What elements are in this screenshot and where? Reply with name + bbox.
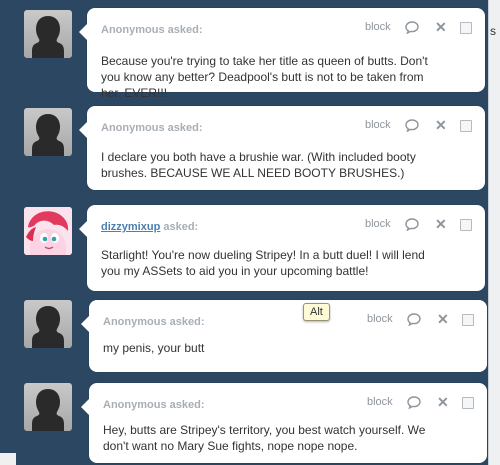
- asker-name: Anonymous: [103, 399, 167, 411]
- anonymous-silhouette-icon: [32, 114, 64, 156]
- asker-line: Anonymous asked:: [103, 399, 204, 411]
- reply-bubble-icon[interactable]: [405, 119, 419, 132]
- avatar[interactable]: [24, 10, 72, 58]
- delete-icon[interactable]: ✕: [435, 20, 447, 34]
- asker-line: Anonymous asked:: [101, 122, 202, 134]
- delete-icon[interactable]: ✕: [435, 217, 447, 231]
- select-checkbox[interactable]: [460, 120, 472, 132]
- delete-icon[interactable]: ✕: [437, 395, 449, 409]
- ask-card: dizzymixup asked: block ✕ Starlight! You…: [79, 205, 485, 291]
- delete-icon[interactable]: ✕: [437, 312, 449, 326]
- asker-name-link[interactable]: dizzymixup: [101, 221, 160, 233]
- asked-label: asked:: [163, 221, 199, 233]
- anonymous-silhouette-icon: [32, 389, 64, 431]
- block-button[interactable]: block: [367, 313, 393, 325]
- avatar[interactable]: [24, 207, 72, 255]
- anonymous-silhouette-icon: [32, 16, 64, 58]
- select-checkbox[interactable]: [462, 314, 474, 326]
- pink-pony-avatar-icon: [24, 207, 72, 255]
- reply-bubble-icon[interactable]: [405, 218, 419, 231]
- anonymous-silhouette-icon: [32, 306, 64, 348]
- asked-label: asked:: [167, 122, 203, 134]
- ask-card: Anonymous asked: block ✕ my penis, your …: [81, 300, 487, 372]
- asker-line: Anonymous asked:: [101, 24, 202, 36]
- bottom-corner: [0, 453, 16, 465]
- block-button[interactable]: block: [365, 218, 391, 230]
- ask-card: Anonymous asked: block ✕ Hey, butts are …: [81, 383, 487, 463]
- ask-card: Anonymous asked: block ✕ I declare you b…: [79, 106, 485, 190]
- reply-bubble-icon[interactable]: [407, 313, 421, 326]
- avatar[interactable]: [24, 300, 72, 348]
- question-text: I declare you both have a brushie war. (…: [101, 150, 416, 180]
- block-button[interactable]: block: [365, 119, 391, 131]
- reply-bubble-icon[interactable]: [407, 396, 421, 409]
- alt-tooltip: Alt: [303, 303, 330, 321]
- asker-name: Anonymous: [101, 122, 165, 134]
- select-checkbox[interactable]: [460, 22, 472, 34]
- block-button[interactable]: block: [367, 396, 393, 408]
- asked-label: asked:: [167, 24, 203, 36]
- asked-label: asked:: [169, 399, 205, 411]
- question-text: Because you're trying to take her title …: [101, 54, 428, 100]
- avatar[interactable]: [24, 383, 72, 431]
- question-text: Hey, butts are Stripey's territory, you …: [103, 423, 426, 453]
- asked-label: asked:: [169, 316, 205, 328]
- ask-card: Anonymous asked: block ✕ Because you're …: [79, 8, 485, 100]
- question-text: Starlight! You're now dueling Stripey! I…: [101, 248, 425, 278]
- question-text: my penis, your butt: [103, 341, 205, 355]
- asker-line: Anonymous asked:: [103, 316, 204, 328]
- right-edge-panel: s: [488, 0, 500, 465]
- block-button[interactable]: block: [365, 21, 391, 33]
- select-checkbox[interactable]: [460, 219, 472, 231]
- reply-bubble-icon[interactable]: [405, 21, 419, 34]
- delete-icon[interactable]: ✕: [435, 118, 447, 132]
- asker-name: Anonymous: [101, 24, 165, 36]
- avatar[interactable]: [24, 108, 72, 156]
- asker-line: dizzymixup asked:: [101, 221, 198, 233]
- select-checkbox[interactable]: [462, 397, 474, 409]
- asker-name: Anonymous: [103, 316, 167, 328]
- edge-label: s: [490, 24, 496, 38]
